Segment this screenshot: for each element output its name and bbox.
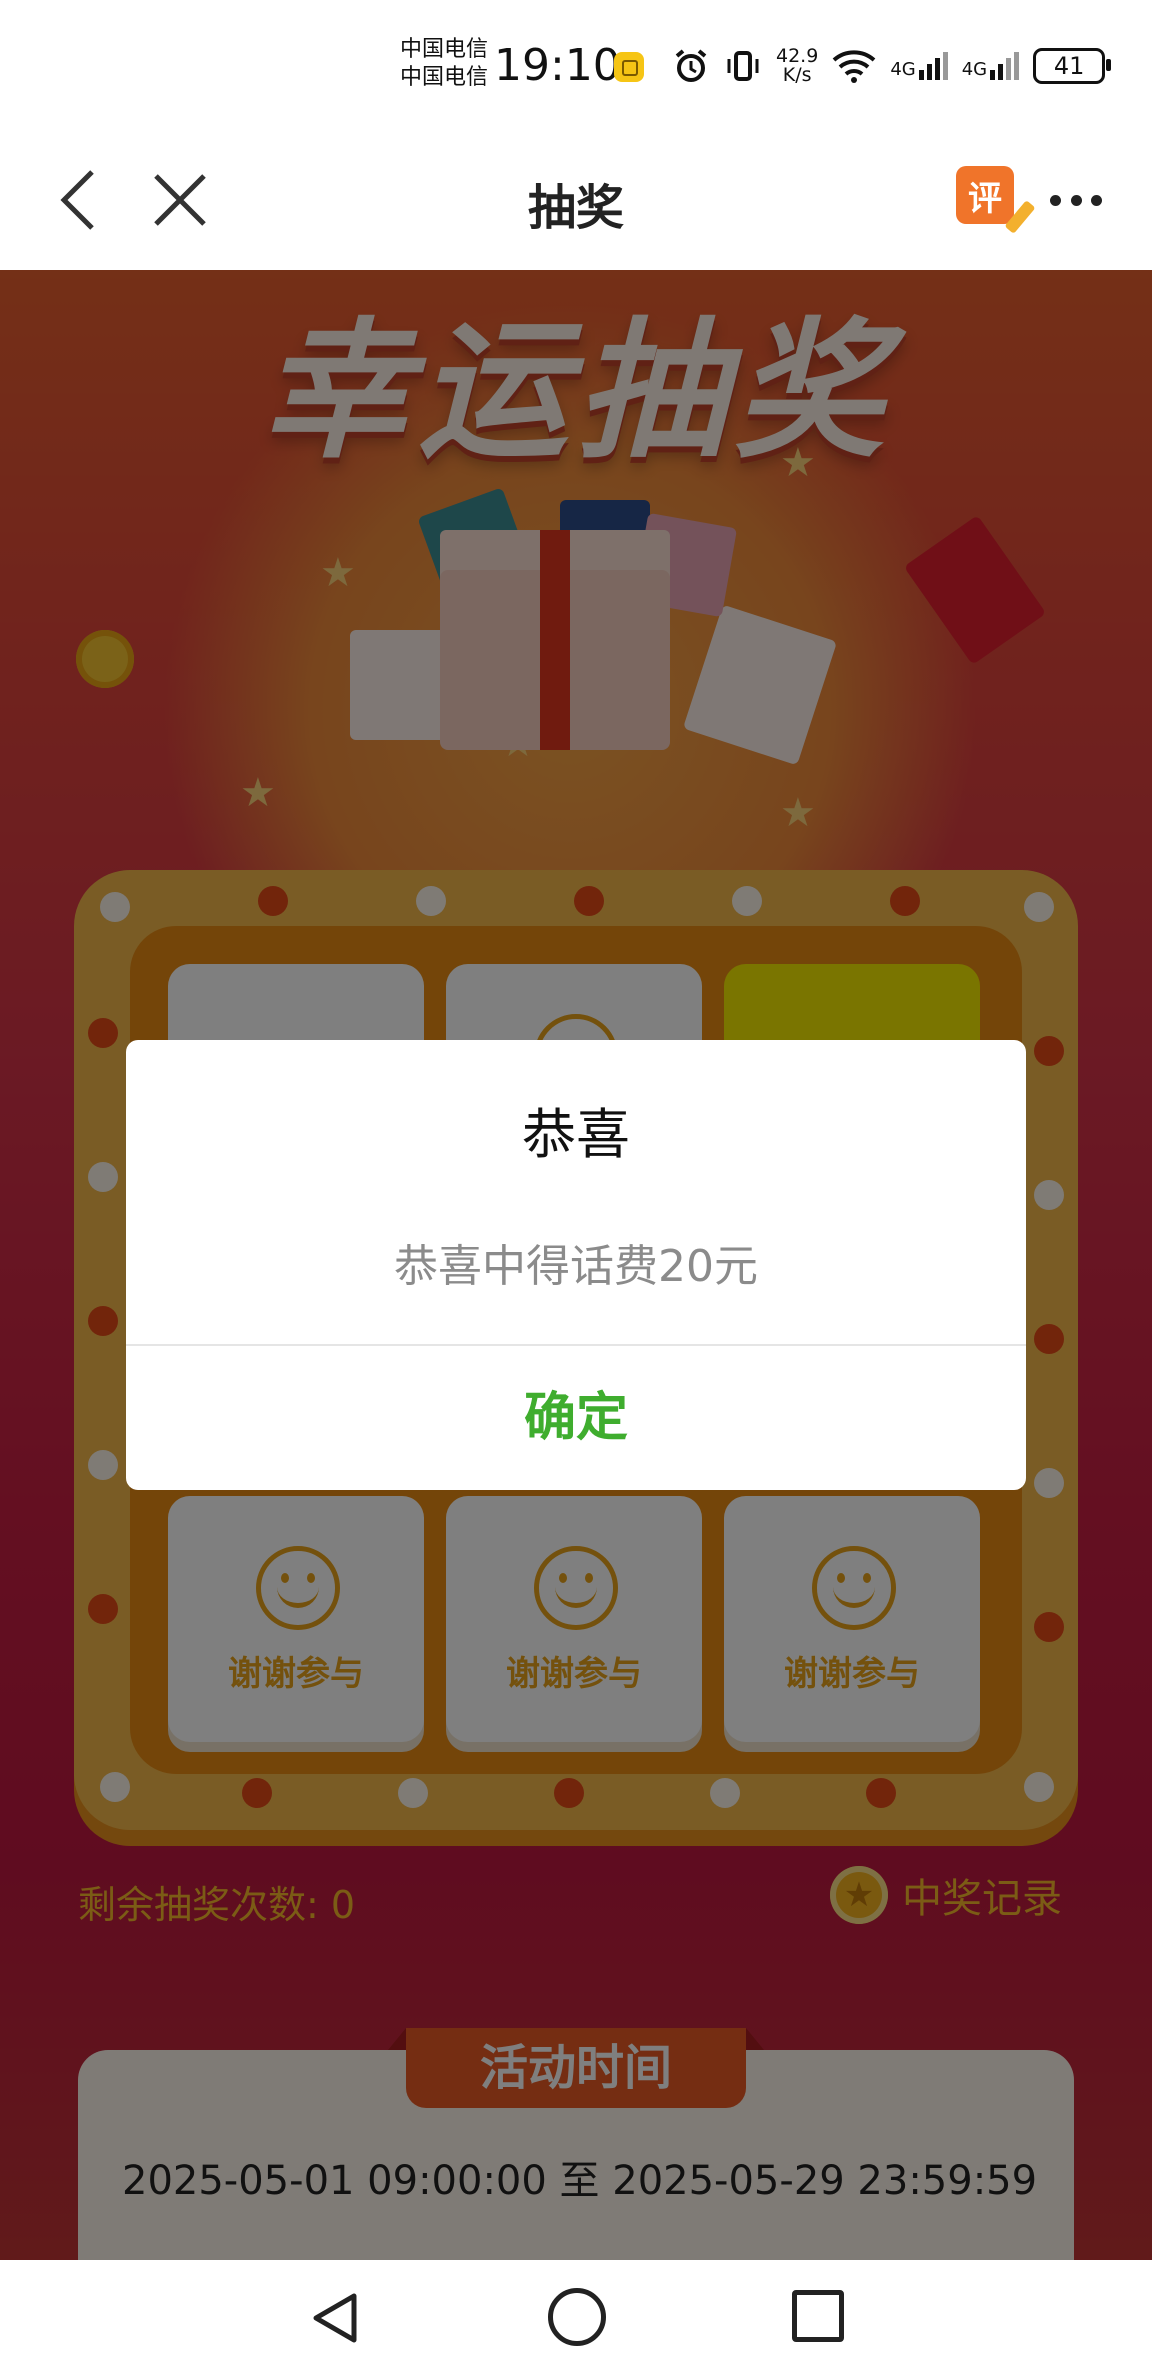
system-recents-icon[interactable] [792,2290,844,2342]
vibrate-icon [727,51,759,81]
network-speed: 42.9 K/s [776,47,818,85]
confirm-button[interactable]: 确定 [126,1346,1026,1490]
signal-1-label: 4G [890,59,916,80]
alarm-icon [675,49,707,82]
signal-1: 4G [890,52,948,80]
more-menu-icon[interactable] [1050,190,1102,210]
notification-app-icon [614,52,644,82]
system-back-icon[interactable] [306,2288,366,2348]
nav-bar: 抽奖 评 [0,130,1152,270]
review-icon[interactable]: 评 [956,166,1014,224]
carrier-2: 中国电信 [400,65,489,90]
system-home-icon[interactable] [548,2288,606,2346]
signal-2: 4G [961,52,1020,80]
system-nav-bar [0,2260,1152,2376]
signal-2-label: 4G [961,59,988,80]
wifi-icon [832,50,876,83]
carrier-1: 中国电信 [400,37,489,62]
carrier-info: 中国电信 中国电信 [400,36,488,92]
dialog-title: 恭喜 [522,1103,630,1166]
battery-indicator: 41 [1033,48,1112,84]
status-bar: 中国电信 中国电信 19:10 42.9 K/s 4G 4G 41 [0,0,1152,130]
dialog-message: 恭喜中得话费20元 [394,1241,758,1292]
status-icons: 42.9 K/s 4G 4G 41 [672,44,1112,88]
congrats-dialog: 恭喜 恭喜中得话费20元 确定 [126,1040,1026,1490]
status-time: 19:10 [494,40,621,91]
speed-unit: K/s [782,64,812,86]
